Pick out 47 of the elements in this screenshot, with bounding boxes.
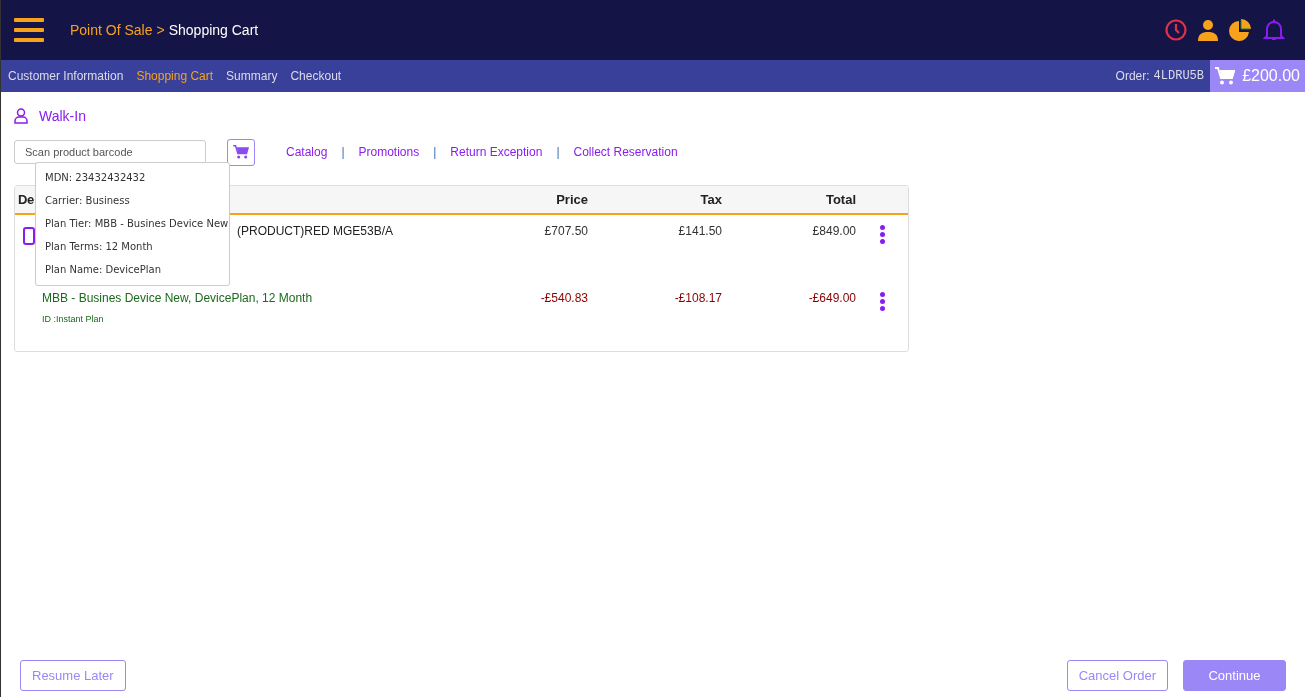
column-header: De bbox=[18, 192, 34, 207]
customer-name[interactable]: Walk-In bbox=[39, 108, 86, 124]
item-name: (PRODUCT)RED MGE53B/A bbox=[237, 224, 394, 238]
item-name: MBB - Busines Device New, DevicePlan, 12 Month bbox=[42, 291, 313, 305]
barcode-field[interactable]: Scan product barcode bbox=[14, 140, 206, 164]
tooltip-line: MDN: 23432432432 bbox=[45, 172, 147, 185]
nav-link[interactable]: Promotions bbox=[358, 145, 420, 159]
separator: | bbox=[433, 145, 437, 159]
table-cell-text: £141.50 bbox=[677, 224, 722, 240]
bell-icon[interactable] bbox=[1263, 19, 1285, 41]
step-tab[interactable]: Shopping Cart bbox=[136, 69, 214, 83]
breadcrumb-item[interactable]: Point Of Sale bbox=[70, 22, 153, 38]
tooltip-line: Plan Terms: 12 Month bbox=[45, 241, 154, 254]
tooltip-line: Plan Name: DevicePlan bbox=[45, 264, 162, 277]
cart-total: £200.00 bbox=[1242, 67, 1300, 85]
tooltip-line: Plan Tier: MBB - Busines Device New bbox=[45, 218, 229, 231]
order-number: 4LDRU5B bbox=[1153, 69, 1204, 83]
step-tab[interactable]: Customer Information bbox=[8, 69, 124, 83]
cart-icon bbox=[1215, 67, 1235, 85]
breadcrumb-item[interactable]: > bbox=[156, 22, 165, 38]
nav-link[interactable]: Collect Reservation bbox=[573, 145, 678, 159]
order-label: Order: bbox=[1115, 69, 1150, 83]
separator: | bbox=[556, 145, 560, 159]
nav-link[interactable]: Catalog bbox=[286, 145, 328, 159]
tooltip-line: Carrier: Business bbox=[45, 195, 131, 208]
user-icon[interactable] bbox=[1197, 19, 1219, 41]
column-header: Tax bbox=[700, 192, 722, 207]
table-cell-text: -£108.17 bbox=[673, 291, 722, 307]
column-header: Price bbox=[556, 192, 588, 207]
user-icon bbox=[14, 108, 28, 124]
separator: | bbox=[341, 145, 345, 159]
pie-chart-icon[interactable] bbox=[1229, 19, 1253, 41]
menu-icon[interactable] bbox=[14, 18, 44, 42]
column-header: Total bbox=[825, 192, 856, 207]
table-cell-text: -£540.83 bbox=[539, 291, 588, 307]
item-id: ID :Instant Plan bbox=[42, 314, 105, 324]
breadcrumb-item: Shopping Cart bbox=[168, 22, 259, 38]
nav-link[interactable]: Return Exception bbox=[450, 145, 543, 159]
phone-icon bbox=[23, 227, 35, 245]
add-to-cart-button[interactable] bbox=[227, 138, 255, 166]
step-tab[interactable]: Checkout bbox=[290, 69, 342, 83]
step-tab[interactable]: Summary bbox=[226, 69, 278, 83]
table-cell-text: -£649.00 bbox=[807, 291, 856, 307]
clock-icon[interactable] bbox=[1165, 19, 1187, 41]
table-cell-text: £849.00 bbox=[811, 224, 856, 240]
cart-icon bbox=[233, 145, 249, 159]
table-cell-text: £707.50 bbox=[543, 224, 588, 240]
